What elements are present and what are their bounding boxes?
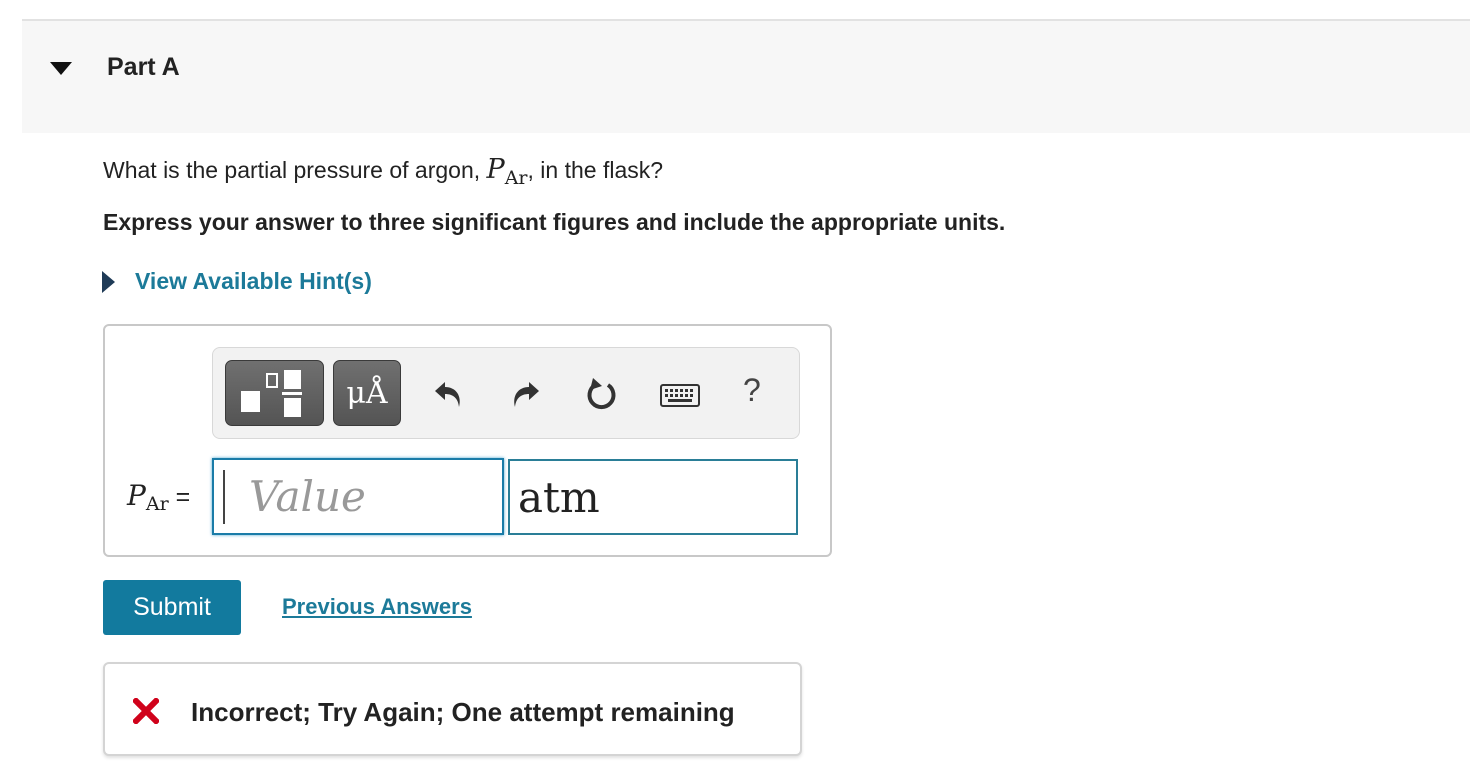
help-button[interactable]: ? xyxy=(743,372,761,409)
part-title: Part A xyxy=(107,53,180,81)
caret-down-icon[interactable] xyxy=(50,62,72,76)
feedback-message: Incorrect; Try Again; One attempt remain… xyxy=(191,697,735,727)
question-variable: PAr xyxy=(486,154,528,189)
units-input[interactable] xyxy=(508,459,798,535)
part-header[interactable]: Part A xyxy=(22,21,1470,133)
templates-icon xyxy=(241,370,302,417)
units-button[interactable]: μÅ xyxy=(333,360,401,426)
view-hints-label: View Available Hint(s) xyxy=(135,268,372,294)
templates-button[interactable] xyxy=(225,360,324,426)
keyboard-icon[interactable] xyxy=(659,374,701,414)
text-cursor xyxy=(223,470,225,524)
undo-icon[interactable] xyxy=(429,374,469,414)
submit-button[interactable]: Submit xyxy=(103,580,241,635)
caret-right-icon xyxy=(102,270,115,293)
feedback-box: Incorrect; Try Again; One attempt remain… xyxy=(103,662,802,756)
incorrect-x-icon xyxy=(133,698,159,724)
answer-instruction: Express your answer to three significant… xyxy=(103,209,1006,235)
answer-variable-label: PAr = xyxy=(127,479,191,515)
reset-icon[interactable] xyxy=(582,374,622,414)
value-input[interactable] xyxy=(212,458,504,535)
math-toolbar: μÅ ? xyxy=(212,347,800,439)
view-hints-link[interactable]: View Available Hint(s) xyxy=(102,268,372,295)
question-text: What is the partial pressure of argon, P… xyxy=(103,154,664,189)
redo-icon[interactable] xyxy=(505,374,545,414)
previous-answers-link[interactable]: Previous Answers xyxy=(282,594,472,620)
